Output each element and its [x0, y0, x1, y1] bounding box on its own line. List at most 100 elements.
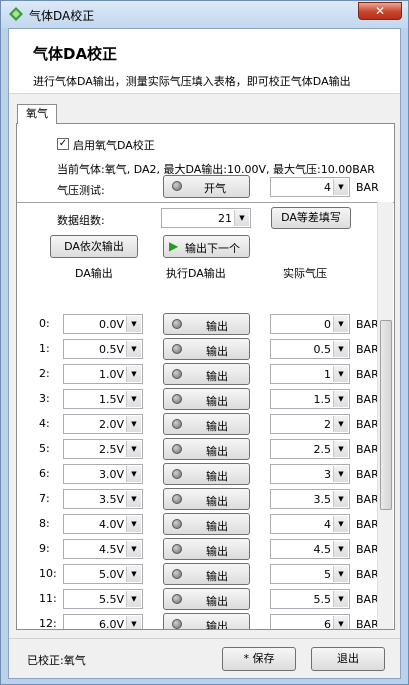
chevron-down-icon[interactable]: ▼ [126, 541, 141, 557]
pressure-value-spinbox[interactable]: 0 ▼ [270, 314, 350, 334]
chevron-down-icon[interactable]: ▼ [126, 366, 141, 382]
pressure-test-spinbox[interactable]: 4 ▼ [270, 177, 350, 197]
row-output-button[interactable]: 输出 [163, 613, 250, 629]
da-value-spinbox[interactable]: 1.5V ▼ [63, 389, 143, 409]
da-value-spinbox[interactable]: 4.5V ▼ [63, 539, 143, 559]
exit-button[interactable]: 退出 [311, 647, 385, 671]
scrollbar-thumb[interactable] [380, 320, 392, 510]
row-index: 3: [39, 392, 50, 405]
row-output-button[interactable]: 输出 [163, 488, 250, 510]
status-led-icon [172, 519, 182, 529]
pressure-value-spinbox[interactable]: 3.5 ▼ [270, 489, 350, 509]
chevron-down-icon[interactable]: ▼ [234, 210, 249, 226]
pressure-value-spinbox[interactable]: 1.5 ▼ [270, 389, 350, 409]
chevron-down-icon[interactable]: ▼ [126, 591, 141, 607]
app-window: 气体DA校正 ✕ 气体DA校正 进行气体DA输出，测量实际气压填入表格，即可校正… [0, 0, 409, 685]
da-value-spinbox[interactable]: 1.0V ▼ [63, 364, 143, 384]
tab-oxygen[interactable]: 氧气 [17, 104, 57, 124]
chevron-down-icon[interactable]: ▼ [333, 316, 348, 332]
row-index: 0: [39, 317, 50, 330]
chevron-down-icon[interactable]: ▼ [333, 516, 348, 532]
chevron-down-icon[interactable]: ▼ [126, 341, 141, 357]
pressure-unit: BAR [356, 393, 379, 406]
status-led-icon [172, 469, 182, 479]
status-led-icon [172, 569, 182, 579]
chevron-down-icon[interactable]: ▼ [333, 591, 348, 607]
row-output-button[interactable]: 输出 [163, 338, 250, 360]
scrollbar[interactable] [377, 202, 393, 629]
row-index: 9: [39, 542, 50, 555]
save-button[interactable]: * 保存 [222, 647, 296, 671]
pressure-value-spinbox[interactable]: 1 ▼ [270, 364, 350, 384]
status-led-icon [172, 344, 182, 354]
chevron-down-icon[interactable]: ▼ [126, 516, 141, 532]
da-value-spinbox[interactable]: 2.0V ▼ [63, 414, 143, 434]
pressure-test-unit: BAR [356, 181, 379, 194]
enable-checkbox[interactable]: ✓ [57, 138, 69, 150]
chevron-down-icon[interactable]: ▼ [333, 179, 348, 195]
pressure-value-spinbox[interactable]: 5.5 ▼ [270, 589, 350, 609]
chevron-down-icon[interactable]: ▼ [333, 341, 348, 357]
pressure-unit: BAR [356, 368, 379, 381]
da-value-spinbox[interactable]: 3.0V ▼ [63, 464, 143, 484]
close-button[interactable]: ✕ [358, 2, 402, 20]
gas-open-button[interactable]: 开气 [163, 175, 250, 198]
row-index: 6: [39, 467, 50, 480]
pressure-value-spinbox[interactable]: 0.5 ▼ [270, 339, 350, 359]
row-output-button[interactable]: 输出 [163, 538, 250, 560]
status-led-icon [172, 319, 182, 329]
chevron-down-icon[interactable]: ▼ [333, 491, 348, 507]
pressure-value-spinbox[interactable]: 4 ▼ [270, 514, 350, 534]
chevron-down-icon[interactable]: ▼ [333, 616, 348, 629]
status-led-icon [172, 444, 182, 454]
chevron-down-icon[interactable]: ▼ [126, 416, 141, 432]
row-output-button[interactable]: 输出 [163, 563, 250, 585]
row-output-button[interactable]: 输出 [163, 463, 250, 485]
row-output-button[interactable]: 输出 [163, 363, 250, 385]
row-output-button[interactable]: 输出 [163, 388, 250, 410]
status-led-icon [172, 544, 182, 554]
pressure-value-spinbox[interactable]: 3 ▼ [270, 464, 350, 484]
da-value-spinbox[interactable]: 4.0V ▼ [63, 514, 143, 534]
chevron-down-icon[interactable]: ▼ [333, 366, 348, 382]
status-led-icon [172, 494, 182, 504]
da-value-spinbox[interactable]: 0.0V ▼ [63, 314, 143, 334]
pressure-unit: BAR [356, 493, 379, 506]
pressure-value-spinbox[interactable]: 4.5 ▼ [270, 539, 350, 559]
row-output-button[interactable]: 输出 [163, 413, 250, 435]
chevron-down-icon[interactable]: ▼ [333, 466, 348, 482]
pressure-value-spinbox[interactable]: 2.5 ▼ [270, 439, 350, 459]
da-output-seq-button[interactable]: DA依次输出 [50, 235, 138, 258]
chevron-down-icon[interactable]: ▼ [126, 391, 141, 407]
row-output-button[interactable]: 输出 [163, 438, 250, 460]
chevron-down-icon[interactable]: ▼ [333, 416, 348, 432]
chevron-down-icon[interactable]: ▼ [333, 441, 348, 457]
pressure-unit: BAR [356, 568, 379, 581]
chevron-down-icon[interactable]: ▼ [126, 616, 141, 629]
chevron-down-icon[interactable]: ▼ [126, 566, 141, 582]
chevron-down-icon[interactable]: ▼ [126, 466, 141, 482]
chevron-down-icon[interactable]: ▼ [126, 441, 141, 457]
group-count-spinbox[interactable]: 21 ▼ [161, 208, 251, 228]
da-value-spinbox[interactable]: 0.5V ▼ [63, 339, 143, 359]
row-output-button[interactable]: 输出 [163, 588, 250, 610]
da-value-spinbox[interactable]: 5.5V ▼ [63, 589, 143, 609]
da-value-spinbox[interactable]: 6.0V ▼ [63, 614, 143, 629]
row-index: 1: [39, 342, 50, 355]
chevron-down-icon[interactable]: ▼ [126, 491, 141, 507]
pressure-value-spinbox[interactable]: 6 ▼ [270, 614, 350, 629]
da-fill-button[interactable]: DA等差填写 [271, 207, 351, 229]
da-value-spinbox[interactable]: 5.0V ▼ [63, 564, 143, 584]
output-next-button[interactable]: ▶ 输出下一个 [163, 235, 250, 258]
da-value-spinbox[interactable]: 3.5V ▼ [63, 489, 143, 509]
close-icon: ✕ [374, 4, 386, 18]
chevron-down-icon[interactable]: ▼ [333, 391, 348, 407]
row-output-button[interactable]: 输出 [163, 313, 250, 335]
pressure-value-spinbox[interactable]: 2 ▼ [270, 414, 350, 434]
row-output-button[interactable]: 输出 [163, 513, 250, 535]
pressure-value-spinbox[interactable]: 5 ▼ [270, 564, 350, 584]
chevron-down-icon[interactable]: ▼ [333, 566, 348, 582]
chevron-down-icon[interactable]: ▼ [126, 316, 141, 332]
chevron-down-icon[interactable]: ▼ [333, 541, 348, 557]
da-value-spinbox[interactable]: 2.5V ▼ [63, 439, 143, 459]
